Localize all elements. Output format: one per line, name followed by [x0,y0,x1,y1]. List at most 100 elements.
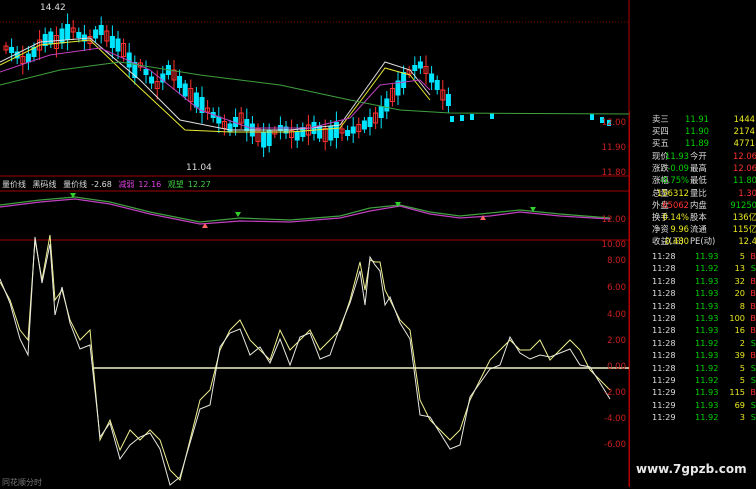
tick-price: 11.93 [695,313,719,323]
tick-side: B [750,350,756,361]
candle-body [93,29,99,39]
stat-row: 外盘 65062 内盘 91250 [630,199,756,211]
tick-row[interactable]: 11:29 11.93 69 S [630,399,756,412]
axis-ind-1: 12.00 [601,215,626,225]
tick-side: B [750,275,756,286]
tick-volume: 32 [734,275,745,286]
tick-volume: 100 [729,313,745,323]
candle-body [25,53,31,63]
stat-label: 内盘 [690,199,707,210]
tick-price: 11.92 [695,412,719,423]
candle-body [345,130,351,136]
tick-row[interactable]: 11:28 11.92 2 S [630,337,756,350]
stat-value: 9.96 [670,224,689,235]
tick-time: 11:29 [652,399,676,410]
tick-volume: 39 [734,350,745,361]
tick-side: S [750,375,756,385]
order-book-row: 卖三 11.91 1444 [630,113,756,125]
stat-row: 换手 0.14% 股本 136亿 [630,211,756,223]
tick-volume: 5 [739,375,745,385]
tick-row[interactable]: 11:29 11.93 115 B [630,386,756,399]
tick-row[interactable]: 11:28 11.93 32 B [630,275,756,288]
tick-side: B [750,387,756,398]
candle-body [490,113,494,119]
tick-price: 11.92 [695,375,719,385]
stat-row: 涨跌 -0.09 最高 12.06 [630,162,756,174]
sell-arrow-icon [235,212,241,217]
bottom-text: 同花顺分时 [2,478,42,487]
tick-price: 11.93 [695,325,719,336]
candle-body [48,31,54,45]
stat-label: 今开 [690,151,707,161]
candle-body [328,125,334,141]
candle-body [244,119,250,131]
axis-osc-label: 4.00 [607,310,626,320]
tick-price: 11.93 [695,251,719,261]
order-book-row: 买五 11.89 4771 [630,137,756,149]
axis-price-3: 11.80 [601,168,626,178]
axis-osc-label: -4.00 [604,414,626,424]
candle-body [317,125,323,139]
stat-value: 12.06 [733,151,756,161]
candle-body [109,36,115,48]
tick-volume: 115 [729,387,745,398]
tick-row[interactable]: 11:28 11.92 5 S [630,362,756,375]
price-low-label: 11.04 [186,163,212,173]
tick-row[interactable]: 11:28 11.92 13 S [630,262,756,275]
candle-body [193,92,199,108]
tick-time: 11:28 [652,263,676,274]
stat-value: 0.480 [665,236,689,247]
candle-body [378,106,384,118]
candle-body [149,76,155,84]
tick-volume: 5 [739,251,745,261]
legend-name-4: 减弱 [118,180,135,189]
tick-row[interactable]: 11:28 11.93 39 B [630,349,756,362]
stat-label: 净资 [652,224,669,235]
tick-price: 11.93 [695,387,719,398]
candle-body [115,38,121,52]
stat-label: 股本 [690,212,707,222]
tick-volume: 16 [734,325,745,336]
tick-row[interactable]: 11:28 11.93 16 B [630,324,756,337]
stat-row: 现价 11.93 今开 12.06 [630,150,756,162]
tick-volume: 20 [734,288,745,299]
tick-time: 11:28 [652,251,676,261]
candle-body [350,126,356,134]
legend-value-3: -2.68 [91,180,112,189]
grid-lines [0,0,630,487]
candle-body [9,47,15,53]
candle-body [182,83,188,97]
watermark: www.7gpzb.com [636,462,747,476]
axis-osc-label: 8.00 [607,256,626,266]
tick-row[interactable]: 11:28 11.93 100 B [630,312,756,325]
candle-body [59,28,65,44]
stat-value: -0.09 [667,163,689,174]
tick-row[interactable]: 11:28 11.93 8 B [630,300,756,313]
tick-row[interactable]: 11:28 11.93 20 B [630,287,756,300]
ma-line-green [0,61,630,115]
tick-row[interactable]: 11:29 11.92 3 S [630,411,756,424]
stat-label: 最高 [690,163,707,174]
candle-body [177,76,183,88]
legend-name-3: 量价线 [63,180,88,189]
price-high-label: 14.42 [40,3,66,13]
oscillator-line-2 [0,236,611,486]
ma-line-yellow [0,39,431,133]
candle-body [460,115,464,121]
order-volume: 1444 [733,114,755,124]
tick-row[interactable]: 11:29 11.92 5 S [630,374,756,387]
legend-value-4: 12.16 [138,180,162,189]
candle-body [98,25,104,35]
tick-price: 11.92 [695,362,719,373]
stat-value: -0.75% [659,175,689,186]
stat-row: 净资 9.96 流通 115亿 [630,223,756,235]
axis-price-2: 11.90 [601,143,626,153]
tick-time: 11:29 [652,375,676,385]
tick-row[interactable]: 11:28 11.93 5 B [630,250,756,263]
tick-side: B [750,300,756,311]
axis-osc-label: 6.00 [607,283,626,293]
order-volume: 4771 [733,138,755,148]
stat-value: 12.06 [733,163,756,174]
candle-body [143,69,149,75]
stat-label: 最低 [690,175,707,186]
